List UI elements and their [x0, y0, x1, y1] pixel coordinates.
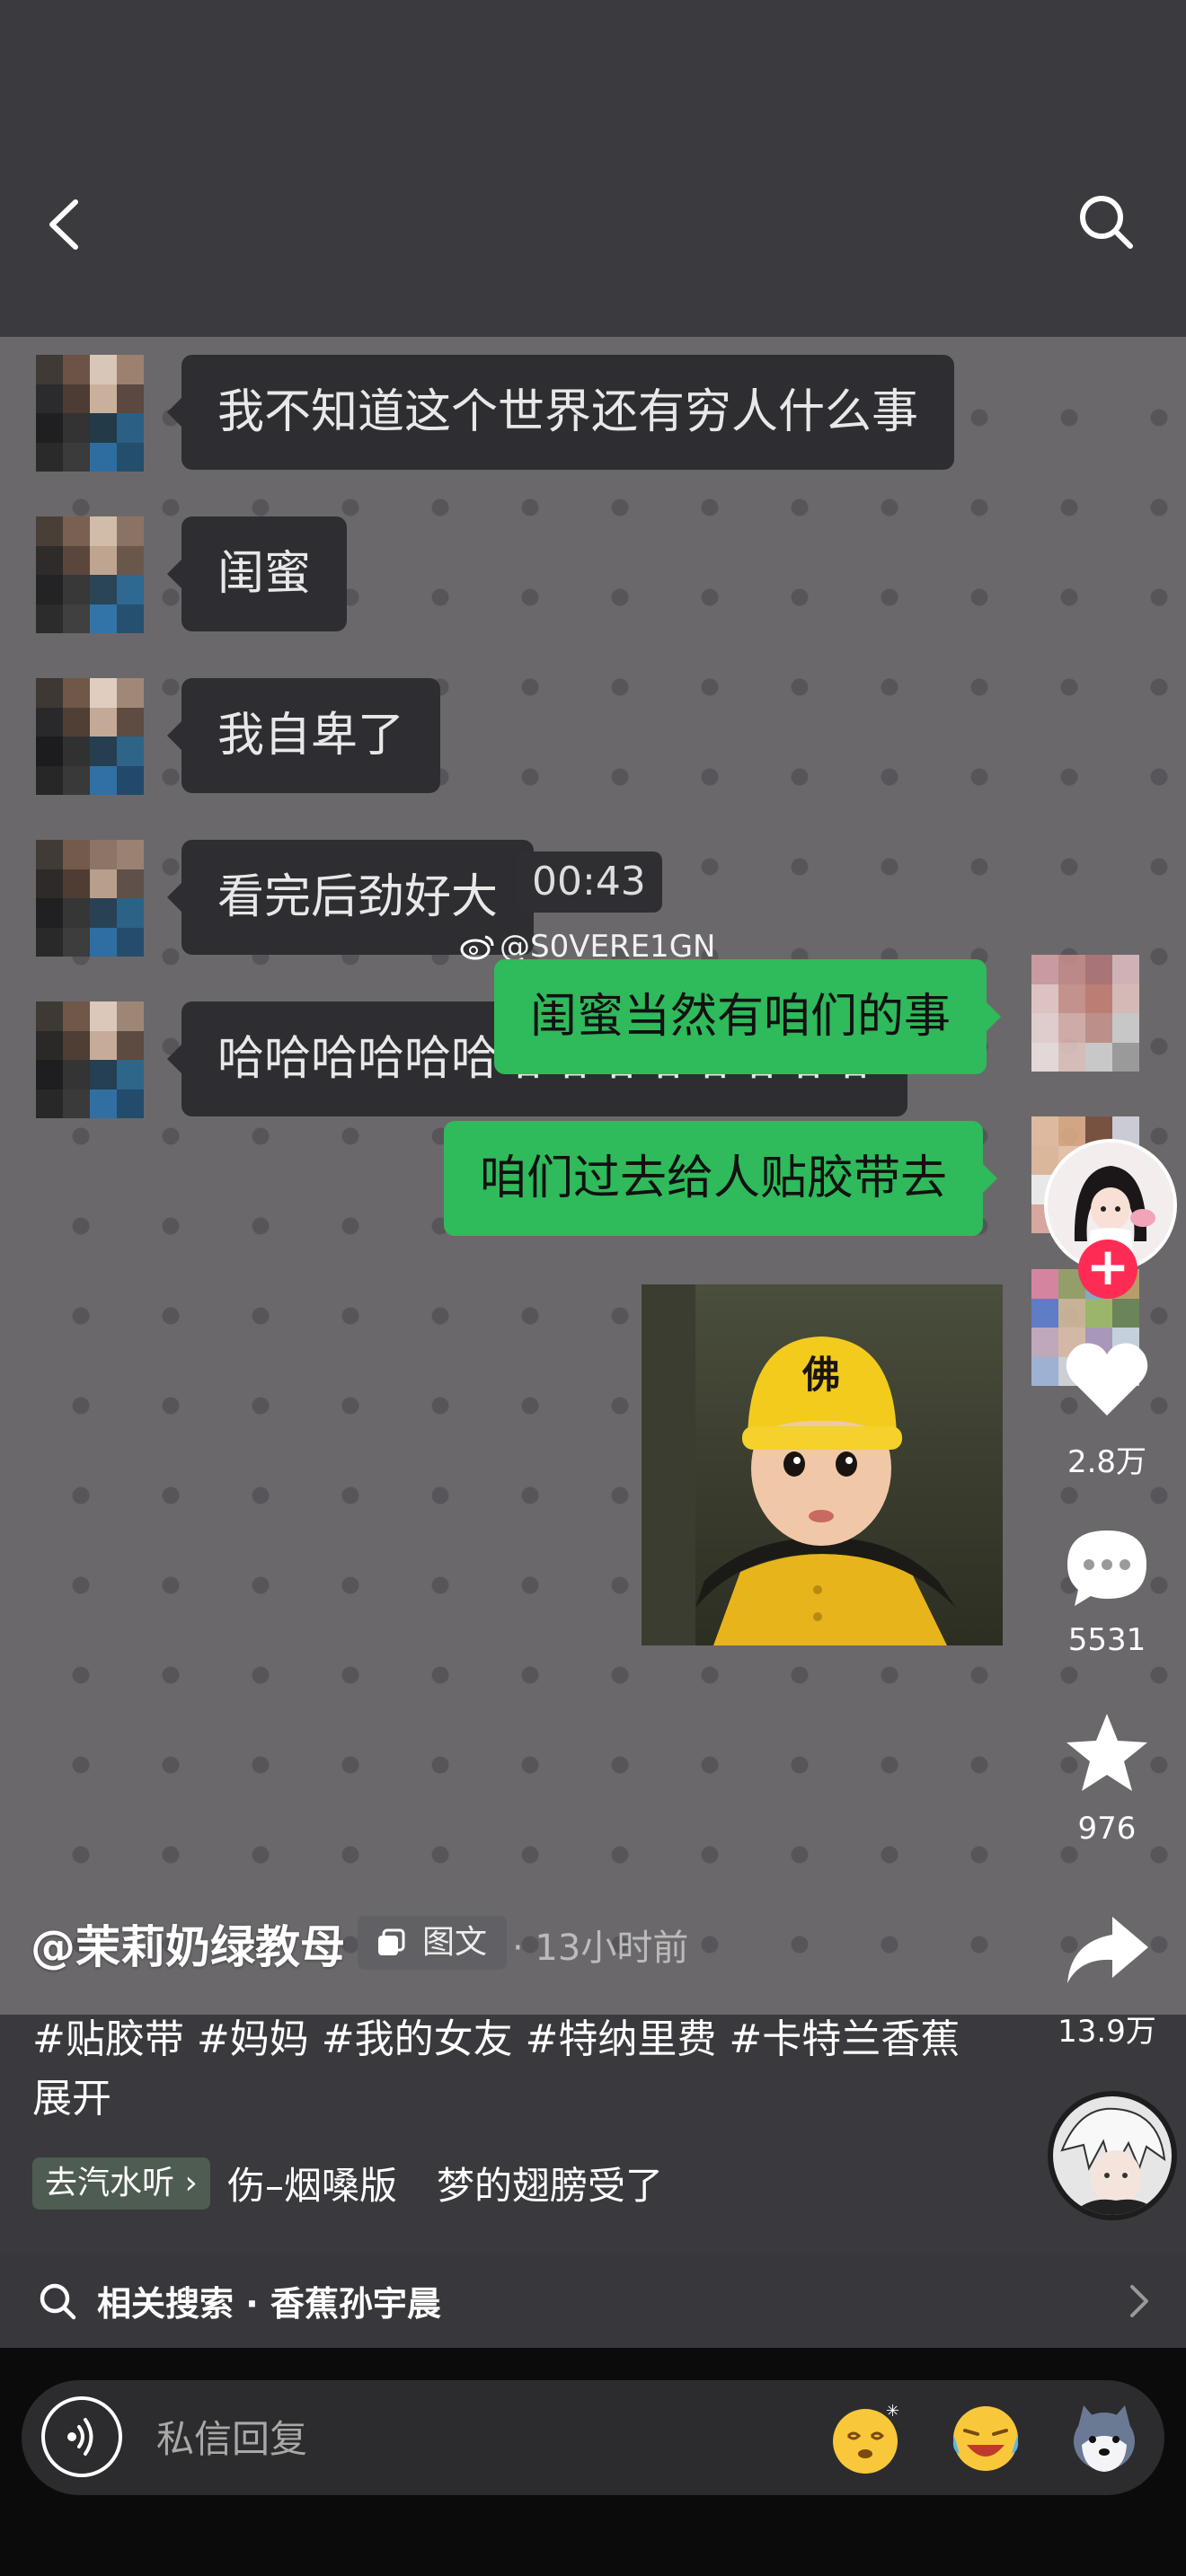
- favorite-count: 976: [1077, 1811, 1137, 1847]
- listen-on-qishui-button[interactable]: 去汽水听 ›: [32, 2157, 210, 2210]
- like-count: 2.8万: [1067, 1444, 1147, 1480]
- music-title-part: 梦的翅膀受了: [436, 2164, 663, 2208]
- message-bubble: 闺蜜: [166, 516, 348, 631]
- avatar: [36, 678, 144, 795]
- voice-icon[interactable]: [41, 2396, 122, 2477]
- music-title: 伤–烟嗓版 梦的翅膀受了: [227, 2156, 663, 2210]
- message-bubble: 我自卑了: [166, 678, 441, 793]
- message-bubble-outgoing: 咱们过去给人贴胶带去: [444, 1121, 998, 1236]
- image-text-tag[interactable]: 图文: [358, 1916, 508, 1970]
- message-bubble: 我不知道这个世界还有穷人什么事: [166, 355, 955, 470]
- post-date: · 13小时前: [512, 1928, 689, 1969]
- avatar: [36, 355, 144, 472]
- laugh-cry-emoji-icon[interactable]: [947, 2400, 1024, 2477]
- heart-icon[interactable]: [1060, 1335, 1154, 1425]
- top-bar: [0, 0, 1186, 337]
- svg-text:佛: 佛: [801, 1353, 840, 1397]
- share-count: 13.9万: [1058, 2014, 1156, 2050]
- expand-link[interactable]: 展开: [32, 2066, 111, 2123]
- music-avatar: [1053, 2096, 1172, 2215]
- chat-timestamp: 00:43: [516, 851, 662, 913]
- sound-wave-icon: [67, 2418, 93, 2456]
- hashtags[interactable]: #贴胶带 #妈妈 #我的女友 #特纳里费 #卡特兰香蕉: [32, 2007, 960, 2064]
- chevron-right-icon: [1130, 2285, 1148, 2317]
- author-name[interactable]: @茉莉奶绿教母: [31, 1911, 345, 1976]
- music-chip-label: 去汽水听: [45, 2164, 175, 2201]
- avatar: [36, 840, 144, 957]
- related-search[interactable]: 相关搜索 · 香蕉孙宇晨: [0, 2254, 1186, 2348]
- reply-input[interactable]: [155, 2380, 787, 2497]
- tag-label: 图文: [422, 1924, 488, 1961]
- gallery-icon: [378, 1928, 405, 1955]
- follow-button[interactable]: +: [1078, 1239, 1137, 1299]
- chevron-left-icon[interactable]: [38, 193, 92, 256]
- related-search-label: 相关搜索 · 香蕉孙宇晨: [97, 2284, 441, 2324]
- svg-text:✳: ✳: [886, 2402, 899, 2421]
- avatar: [36, 516, 144, 633]
- music-disc[interactable]: [1048, 2091, 1177, 2220]
- message-bubble-outgoing: 闺蜜当然有咱们的事: [494, 959, 1002, 1074]
- weibo-icon: [460, 935, 494, 960]
- avatar: [36, 1001, 144, 1118]
- comment-icon[interactable]: [1060, 1523, 1154, 1613]
- reply-bar: ✳: [22, 2380, 1164, 2497]
- music-title-part: 伤–烟嗓版: [226, 2164, 397, 2208]
- baby-photo: 佛: [642, 1284, 1003, 1645]
- avatar: [1031, 955, 1139, 1072]
- comment-count: 5531: [1067, 1622, 1146, 1658]
- star-icon[interactable]: [1060, 1708, 1154, 1798]
- post-image[interactable]: 我不知道这个世界还有穷人什么事 闺蜜 我自卑了 看完后劲好大 00:43 @S0…: [0, 337, 1186, 2015]
- share-icon[interactable]: [1060, 1904, 1154, 1994]
- search-icon: [40, 2283, 76, 2320]
- search-icon[interactable]: [1075, 190, 1137, 253]
- dizzy-emoji-icon[interactable]: ✳: [827, 2400, 904, 2477]
- husky-emoji-icon[interactable]: [1066, 2400, 1143, 2477]
- music-row[interactable]: 去汽水听 › 伤–烟嗓版 梦的翅膀受了: [32, 2156, 663, 2210]
